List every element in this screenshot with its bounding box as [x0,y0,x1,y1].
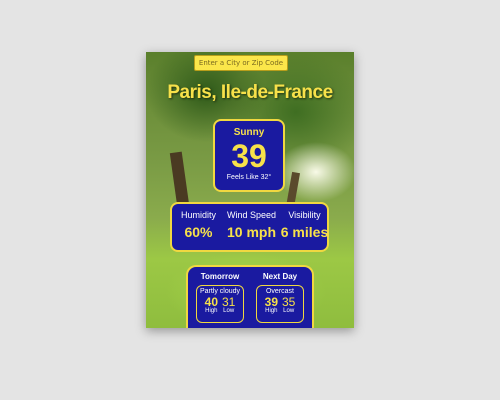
forecast-card: Tomorrow Next Day Partly cloudy 40 High … [186,265,314,328]
location-title: Paris, Ile-de-France [167,82,333,103]
current-temperature: 39 [231,138,267,174]
high-label: High [265,308,278,314]
forecast-condition: Overcast [265,288,294,295]
forecast-high: 39 [264,295,278,309]
forecast-high: 40 [204,295,218,309]
high-label: High [205,308,218,314]
visibility-stat: Visibility 6 miles [278,210,331,240]
weather-app: Enter a City or Zip Code Paris, Ile-de-F… [146,52,354,328]
current-condition: Sunny [233,127,265,138]
forecast-low: 31 [222,295,236,309]
stat-label: Visibility [288,210,321,220]
search-input[interactable]: Enter a City or Zip Code [194,55,288,71]
details-card: Humidity 60% Wind Speed 10 mph Visibilit… [170,202,329,252]
stat-value: 60% [184,224,213,240]
forecast-day-label: Tomorrow [200,272,240,281]
forecast-condition: Partly cloudy [199,288,241,295]
low-label: Low [283,308,295,314]
humidity-stat: Humidity 60% [172,210,225,240]
stat-value: 10 mph [226,224,276,240]
stat-value: 6 miles [280,224,329,240]
stat-label: Humidity [180,210,216,220]
forecast-low: 35 [282,295,296,309]
forecast-day-label: Next Day [262,272,298,281]
stat-label: Wind Speed [226,210,277,220]
forecast-day-next: Overcast 39 High 35 Low [256,285,304,323]
low-label: Low [223,308,235,314]
feels-like: Feels Like 32° [226,174,272,181]
current-weather-card: Sunny 39 Feels Like 32° [213,119,285,192]
forecast-day-tomorrow: Partly cloudy 40 High 31 Low [196,285,244,323]
wind-speed-stat: Wind Speed 10 mph [225,210,278,240]
